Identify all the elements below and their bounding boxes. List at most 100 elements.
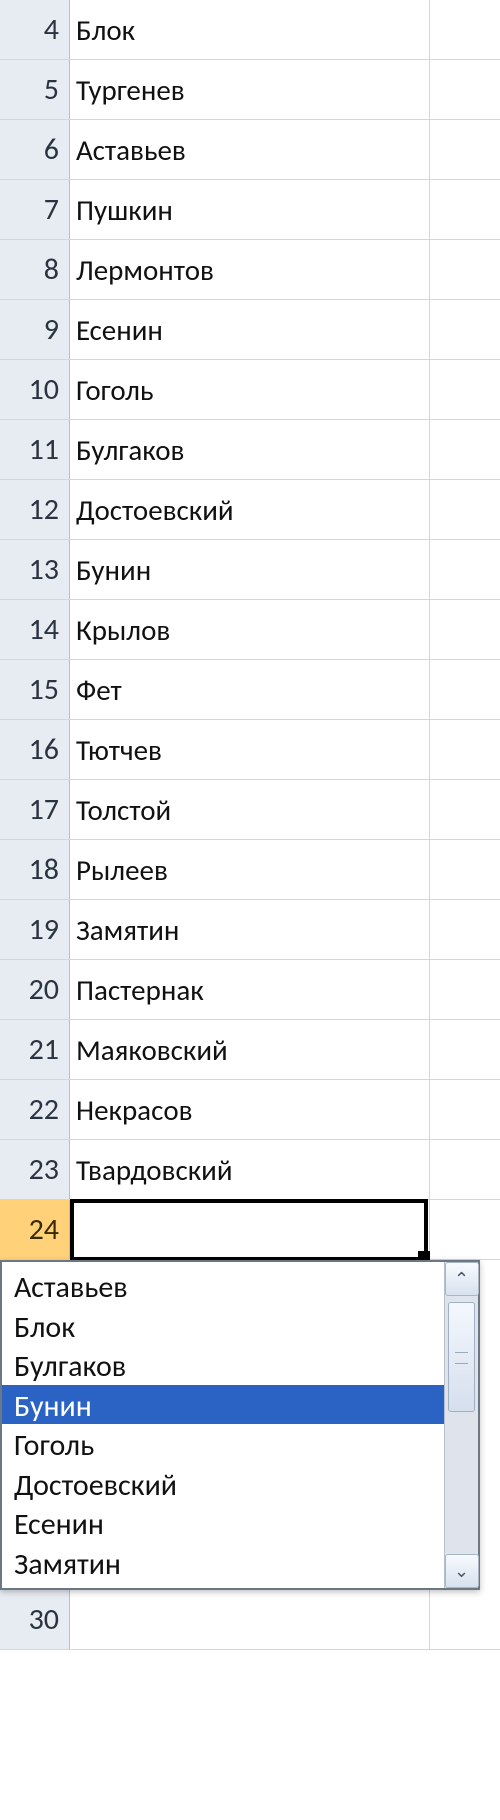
row-header[interactable]: 30: [0, 1590, 70, 1649]
cell-empty[interactable]: [430, 120, 500, 179]
cell-empty[interactable]: [430, 1080, 500, 1139]
autocomplete-item[interactable]: Гоголь: [2, 1424, 478, 1464]
row-header[interactable]: 18: [0, 840, 70, 899]
cell-value: Толстой: [76, 792, 171, 828]
row-header[interactable]: 21: [0, 1020, 70, 1079]
cell-empty[interactable]: [430, 180, 500, 239]
cell[interactable]: Рылеев: [70, 840, 430, 899]
cell[interactable]: Гоголь: [70, 360, 430, 419]
autocomplete-item[interactable]: Есенин: [2, 1503, 478, 1543]
cell-value: Достоевский: [76, 492, 234, 528]
scroll-down-button[interactable]: ⌄: [445, 1554, 479, 1588]
row-header[interactable]: 22: [0, 1080, 70, 1139]
cell[interactable]: Маяковский: [70, 1020, 430, 1079]
cell-empty[interactable]: [430, 1200, 500, 1259]
cell-value: Твардовский: [76, 1152, 233, 1188]
cell[interactable]: Толстой: [70, 780, 430, 839]
cell[interactable]: Бунин: [70, 540, 430, 599]
row-header[interactable]: 16: [0, 720, 70, 779]
row: 18Рылеев: [0, 840, 500, 900]
active-cell[interactable]: [70, 1200, 430, 1259]
autocomplete-item[interactable]: Замятин: [2, 1543, 478, 1583]
cell[interactable]: Твардовский: [70, 1140, 430, 1199]
cell-empty[interactable]: [430, 840, 500, 899]
row: 9Есенин: [0, 300, 500, 360]
cell-empty[interactable]: [430, 300, 500, 359]
cell[interactable]: Крылов: [70, 600, 430, 659]
autocomplete-item[interactable]: Блок: [2, 1306, 478, 1346]
row-header[interactable]: 19: [0, 900, 70, 959]
row-header[interactable]: 12: [0, 480, 70, 539]
row-header[interactable]: 24: [0, 1200, 70, 1259]
cell[interactable]: Пушкин: [70, 180, 430, 239]
cell[interactable]: Блок: [70, 0, 430, 59]
cell-empty[interactable]: [430, 420, 500, 479]
cell[interactable]: Достоевский: [70, 480, 430, 539]
row: 12Достоевский: [0, 480, 500, 540]
cell-empty[interactable]: [430, 60, 500, 119]
row-header[interactable]: 5: [0, 60, 70, 119]
scroll-thumb[interactable]: [448, 1302, 475, 1412]
cell-empty[interactable]: [430, 540, 500, 599]
cell-empty[interactable]: [430, 900, 500, 959]
row: 10Гоголь: [0, 360, 500, 420]
cell[interactable]: [70, 1590, 430, 1649]
row-header[interactable]: 9: [0, 300, 70, 359]
cell-empty[interactable]: [430, 240, 500, 299]
row-header[interactable]: 13: [0, 540, 70, 599]
row-header[interactable]: 8: [0, 240, 70, 299]
cell-value: Крылов: [76, 612, 170, 648]
row-header[interactable]: 14: [0, 600, 70, 659]
cell[interactable]: Есенин: [70, 300, 430, 359]
cell[interactable]: Пастернак: [70, 960, 430, 1019]
cell-empty[interactable]: [430, 1140, 500, 1199]
scrollbar[interactable]: ⌃ ⌄: [444, 1262, 478, 1588]
cell[interactable]: Лермонтов: [70, 240, 430, 299]
row: 20Пастернак: [0, 960, 500, 1020]
autocomplete-item[interactable]: Достоевский: [2, 1464, 478, 1504]
row-header[interactable]: 10: [0, 360, 70, 419]
row: 11Булгаков: [0, 420, 500, 480]
cell-value: Тютчев: [76, 732, 162, 768]
row-header[interactable]: 17: [0, 780, 70, 839]
row-header[interactable]: 20: [0, 960, 70, 1019]
cell-empty[interactable]: [430, 0, 500, 59]
cell-empty[interactable]: [430, 600, 500, 659]
cell[interactable]: Некрасов: [70, 1080, 430, 1139]
autocomplete-item[interactable]: Бунин: [2, 1385, 478, 1425]
cell-empty[interactable]: [430, 960, 500, 1019]
cell-empty[interactable]: [430, 1590, 500, 1649]
cell-empty[interactable]: [430, 1020, 500, 1079]
cell[interactable]: Замятин: [70, 900, 430, 959]
autocomplete-dropdown[interactable]: АставьевБлокБулгаковБунинГогольДостоевск…: [0, 1260, 480, 1590]
cell[interactable]: Булгаков: [70, 420, 430, 479]
row-active: 24: [0, 1200, 500, 1260]
cell-value: Аставьев: [76, 132, 186, 168]
row-header[interactable]: 23: [0, 1140, 70, 1199]
cell-value: Фет: [76, 672, 122, 708]
cell[interactable]: Тютчев: [70, 720, 430, 779]
cell-empty[interactable]: [430, 720, 500, 779]
scroll-track[interactable]: [445, 1296, 478, 1554]
row: 8Лермонтов: [0, 240, 500, 300]
row-header[interactable]: 11: [0, 420, 70, 479]
cell[interactable]: Аставьев: [70, 120, 430, 179]
scroll-up-button[interactable]: ⌃: [445, 1262, 479, 1296]
row: 22Некрасов: [0, 1080, 500, 1140]
row-header[interactable]: 15: [0, 660, 70, 719]
row-header[interactable]: 6: [0, 120, 70, 179]
cell-value: Бунин: [76, 552, 151, 588]
row: 21Маяковский: [0, 1020, 500, 1080]
cell-empty[interactable]: [430, 780, 500, 839]
cell-empty[interactable]: [430, 360, 500, 419]
autocomplete-item[interactable]: Булгаков: [2, 1345, 478, 1385]
autocomplete-item[interactable]: Аставьев: [2, 1266, 478, 1306]
row-header[interactable]: 7: [0, 180, 70, 239]
cell[interactable]: Фет: [70, 660, 430, 719]
cell[interactable]: Тургенев: [70, 60, 430, 119]
row: 6Аставьев: [0, 120, 500, 180]
cell-empty[interactable]: [430, 480, 500, 539]
row-header[interactable]: 4: [0, 0, 70, 59]
row: 17Толстой: [0, 780, 500, 840]
cell-empty[interactable]: [430, 660, 500, 719]
